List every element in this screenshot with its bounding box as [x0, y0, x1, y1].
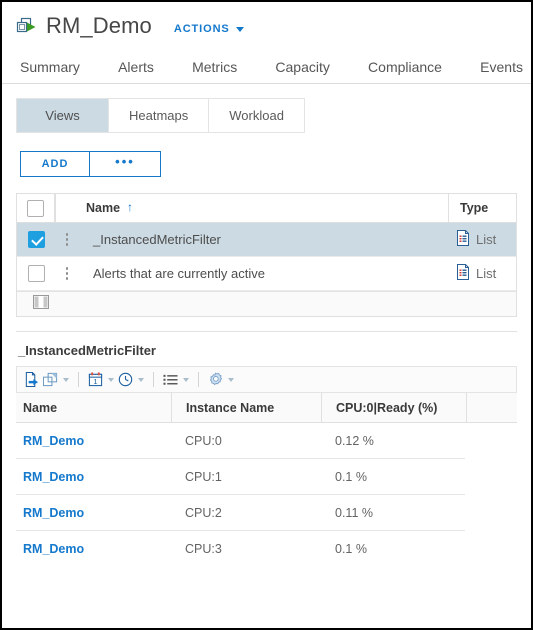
row-checkbox[interactable] — [27, 265, 45, 282]
kebab-menu-icon[interactable] — [65, 233, 69, 246]
column-header-instance-name[interactable]: Instance Name — [171, 393, 321, 422]
tab-metrics[interactable]: Metrics — [192, 59, 237, 83]
row-name: Alerts that are currently active — [93, 266, 265, 281]
actions-menu-label: ACTIONS — [173, 23, 230, 35]
object-link[interactable]: RM_Demo — [23, 506, 84, 520]
list-view-icon — [456, 264, 470, 283]
cell-instance-name: CPU:2 — [185, 505, 222, 520]
chevron-down-icon[interactable] — [138, 377, 144, 382]
tab-events[interactable]: Events — [480, 59, 523, 83]
views-table-footer — [17, 291, 516, 317]
expand-popout-icon[interactable] — [43, 372, 69, 387]
row-type-label: List — [476, 232, 497, 247]
column-header-cpu-ready[interactable]: CPU:0|Ready (%) — [321, 393, 466, 422]
select-all-cell — [17, 194, 55, 222]
row-select-cell — [17, 257, 55, 290]
column-header-type[interactable]: Type — [448, 194, 516, 222]
row-menu-cell — [55, 233, 79, 246]
tab-capacity[interactable]: Capacity — [275, 59, 329, 83]
sort-ascending-icon: ↑ — [127, 199, 134, 214]
tab-compliance[interactable]: Compliance — [368, 59, 442, 83]
cell-name: RM_Demo — [16, 495, 171, 530]
table-row[interactable]: RM_Demo CPU:0 0.12 % — [16, 423, 517, 458]
cell-empty — [466, 495, 517, 530]
cell-value: 0.1 % — [335, 469, 367, 484]
metric-data-table: Name Instance Name CPU:0|Ready (%) RM_De… — [16, 393, 517, 566]
select-all-checkbox[interactable] — [27, 199, 44, 217]
table-row[interactable]: _InstancedMetricFilter List — [17, 223, 516, 257]
cell-value: 0.1 % — [335, 541, 367, 556]
column-header-name-label: Name — [86, 200, 121, 215]
metric-table-header: Name Instance Name CPU:0|Ready (%) — [16, 393, 517, 423]
sub-tab-bar: Views Heatmaps Workload — [2, 84, 531, 133]
subtab-workload[interactable]: Workload — [209, 99, 304, 132]
views-action-bar: ADD ••• — [2, 133, 531, 177]
chevron-down-icon[interactable] — [228, 377, 234, 382]
column-header-empty — [466, 393, 517, 422]
list-view-icon — [456, 230, 470, 249]
toolbar-separator — [198, 372, 199, 387]
views-table-header: Name ↑ Type — [17, 194, 516, 223]
row-type: List — [448, 223, 516, 256]
detail-section-title: _InstancedMetricFilter — [18, 343, 156, 358]
column-header-name[interactable]: Name ↑ — [55, 194, 448, 222]
page-header: RM_Demo ACTIONS — [2, 2, 531, 48]
cell-empty — [466, 423, 517, 458]
row-checkbox[interactable] — [27, 231, 45, 248]
row-type-label: List — [476, 266, 497, 281]
chevron-down-icon — [235, 26, 244, 32]
cell-value: 0.12 % — [335, 433, 374, 448]
table-row[interactable]: RM_Demo CPU:1 0.1 % — [16, 459, 517, 494]
views-table: Name ↑ Type _InstancedMetricFilter List … — [16, 193, 517, 317]
chevron-down-icon[interactable] — [108, 377, 114, 382]
column-header-type-label: Type — [460, 201, 489, 215]
actions-menu-button[interactable]: ACTIONS — [174, 23, 244, 35]
chevron-down-icon[interactable] — [63, 377, 69, 382]
chevron-down-icon[interactable] — [183, 377, 189, 382]
columns-layout-icon[interactable] — [33, 294, 49, 314]
cell-empty — [466, 459, 517, 494]
cell-instance-name: CPU:1 — [185, 469, 222, 484]
row-menu-cell — [55, 267, 79, 280]
cell-instance-name: CPU:3 — [185, 541, 222, 556]
virtual-machine-icon — [16, 17, 38, 37]
tab-summary[interactable]: Summary — [20, 59, 80, 83]
row-name: _InstancedMetricFilter — [93, 232, 221, 247]
add-button[interactable]: ADD — [20, 151, 90, 177]
cell-name: RM_Demo — [16, 459, 171, 494]
subtab-views[interactable]: Views — [17, 99, 109, 132]
main-tab-bar: Summary Alerts Metrics Capacity Complian… — [2, 48, 531, 84]
table-row[interactable]: RM_Demo CPU:3 0.1 % — [16, 531, 517, 566]
table-row[interactable]: Alerts that are currently active List — [17, 257, 516, 291]
export-icon[interactable] — [24, 372, 39, 387]
cell-instance-name: CPU:0 — [185, 433, 222, 448]
kebab-menu-icon[interactable] — [65, 267, 69, 280]
row-select-cell — [17, 223, 55, 256]
clock-icon[interactable] — [118, 372, 144, 387]
list-options-icon[interactable] — [163, 372, 189, 387]
tab-alerts[interactable]: Alerts — [118, 59, 154, 83]
cell-value: 0.11 % — [335, 505, 373, 520]
page-title: RM_Demo — [46, 13, 152, 38]
toolbar-separator — [78, 372, 79, 387]
object-link[interactable]: RM_Demo — [23, 470, 84, 484]
cell-name: RM_Demo — [16, 423, 171, 458]
vrops-object-detail-page: RM_Demo ACTIONS Summary Alerts Metrics C… — [0, 0, 533, 630]
table-row[interactable]: RM_Demo CPU:2 0.11 % — [16, 495, 517, 530]
detail-icon-toolbar: 1 — [16, 366, 517, 393]
subtab-heatmaps[interactable]: Heatmaps — [109, 99, 210, 132]
calendar-icon[interactable]: 1 — [88, 372, 114, 387]
column-header-name[interactable]: Name — [16, 393, 171, 422]
row-type: List — [448, 257, 516, 290]
svg-text:1: 1 — [93, 377, 97, 386]
cell-empty — [466, 531, 517, 566]
more-actions-button[interactable]: ••• — [89, 151, 161, 177]
object-link[interactable]: RM_Demo — [23, 542, 84, 556]
object-link[interactable]: RM_Demo — [23, 434, 84, 448]
cell-name: RM_Demo — [16, 531, 171, 566]
toolbar-separator — [153, 372, 154, 387]
gear-icon[interactable] — [208, 372, 234, 387]
